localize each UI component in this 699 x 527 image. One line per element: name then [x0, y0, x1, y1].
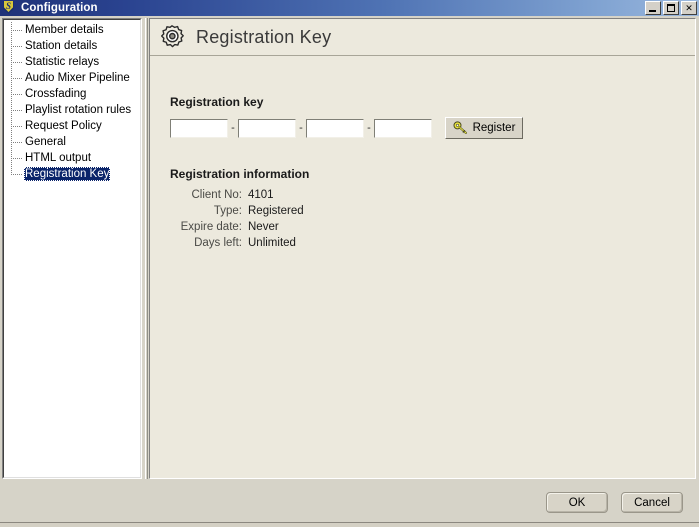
configuration-window: S Configuration ✕ Member details Station… [0, 0, 699, 527]
days-left-label: Days left: [194, 237, 242, 249]
type-value: Registered [248, 205, 304, 217]
close-icon: ✕ [685, 2, 693, 13]
registration-information-list: Client No: 4101 Type: Registered Expire … [170, 189, 304, 249]
sidebar-item-label: Member details [25, 24, 104, 36]
sidebar-item-station-details[interactable]: Station details [4, 38, 140, 54]
sidebar-item-label: Station details [25, 40, 98, 52]
gear-icon [160, 25, 184, 48]
tree-line-icon [10, 102, 24, 118]
sidebar-item-audio-mixer-pipeline[interactable]: Audio Mixer Pipeline [4, 70, 140, 86]
registration-key-heading: Registration key [170, 95, 264, 109]
tree-line-icon [10, 166, 24, 182]
registration-key-row: - - - Register [170, 117, 523, 139]
key-separator: - [231, 122, 235, 134]
sidebar-item-crossfading[interactable]: Crossfading [4, 86, 140, 102]
minimize-button[interactable] [645, 1, 661, 15]
cancel-button[interactable]: Cancel [621, 492, 683, 513]
maximize-button[interactable] [663, 1, 679, 15]
sidebar-item-label: Audio Mixer Pipeline [25, 72, 130, 84]
tree-line-icon [10, 22, 24, 38]
shield-s-icon: S [2, 1, 16, 15]
key-part-3-input[interactable] [306, 118, 364, 138]
close-button[interactable]: ✕ [681, 1, 697, 15]
expire-date-value: Never [248, 221, 279, 233]
tree-line-icon [10, 86, 24, 102]
client-area: Member details Station details Statistic… [0, 16, 699, 527]
days-left-value: Unlimited [248, 237, 296, 249]
window-title: Configuration [21, 2, 98, 14]
sidebar-item-label: HTML output [25, 152, 92, 164]
sidebar-item-general[interactable]: General [4, 134, 140, 150]
sidebar-item-label: General [25, 136, 66, 148]
registration-information-heading: Registration information [170, 167, 310, 181]
tree-line-icon [10, 150, 24, 166]
sidebar-item-request-policy[interactable]: Request Policy [4, 118, 140, 134]
taskbar-sliver [0, 522, 699, 527]
tree-line-icon [10, 70, 24, 86]
key-separator: - [367, 122, 371, 134]
sidebar-item-html-output[interactable]: HTML output [4, 150, 140, 166]
sidebar-item-label: Request Policy [25, 120, 102, 132]
tree-line-icon [10, 118, 24, 134]
sidebar-item-label: Playlist rotation rules [25, 104, 132, 116]
tree-line-icon [10, 54, 24, 70]
sidebar-item-playlist-rotation-rules[interactable]: Playlist rotation rules [4, 102, 140, 118]
tree-line-icon [10, 38, 24, 54]
sidebar-item-registration-key[interactable]: Registration Key [4, 166, 140, 182]
ok-button[interactable]: OK [546, 492, 608, 513]
panel-header: Registration Key [150, 19, 695, 56]
sidebar-item-member-details[interactable]: Member details [4, 22, 140, 38]
expire-date-label: Expire date: [180, 221, 242, 233]
sidebar-item-label: Statistic relays [25, 56, 100, 68]
registration-key-panel: Registration Key Registration key - - - [149, 18, 696, 479]
register-button-label: Register [472, 122, 516, 134]
title-bar[interactable]: S Configuration ✕ [0, 0, 699, 16]
type-label: Type: [213, 205, 242, 217]
sidebar-item-statistic-relays[interactable]: Statistic relays [4, 54, 140, 70]
key-separator: - [299, 122, 303, 134]
dialog-button-bar: OK Cancel [0, 482, 699, 522]
settings-tree[interactable]: Member details Station details Statistic… [3, 19, 141, 478]
page-title: Registration Key [196, 26, 332, 47]
client-no-value: 4101 [248, 189, 274, 201]
client-no-label: Client No: [191, 189, 243, 201]
key-part-4-input[interactable] [374, 118, 432, 138]
key-icon [453, 121, 467, 134]
sidebar-item-label: Registration Key [24, 167, 111, 181]
key-part-1-input[interactable] [170, 118, 228, 138]
sidebar-item-label: Crossfading [25, 88, 87, 100]
window-controls: ✕ [645, 1, 697, 15]
register-button[interactable]: Register [445, 117, 523, 139]
tree-line-icon [10, 134, 24, 150]
key-part-2-input[interactable] [238, 118, 296, 138]
panel-body: Registration key - - - Register Registra… [150, 57, 695, 478]
settings-tree-panel: Member details Station details Statistic… [2, 18, 142, 479]
